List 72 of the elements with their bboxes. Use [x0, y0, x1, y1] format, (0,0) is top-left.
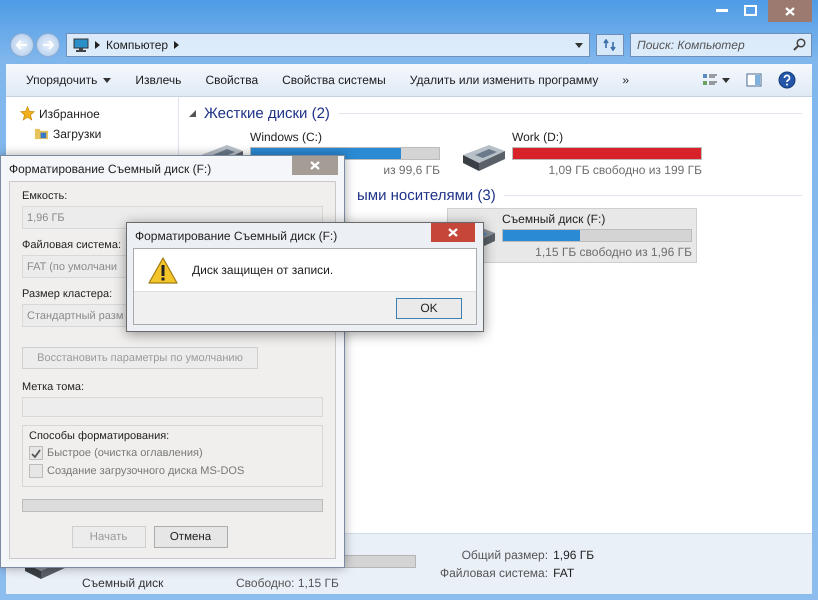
checkbox-label: Быстрое (очистка оглавления) — [47, 447, 203, 459]
refresh-button[interactable] — [596, 34, 624, 56]
dialog-button[interactable]: Отмена — [154, 526, 228, 548]
toolbar-button[interactable]: Извлечь — [125, 69, 192, 91]
volume-label-field[interactable] — [22, 397, 323, 417]
field-label: Размер кластера: — [22, 288, 112, 300]
maximize-icon — [744, 4, 756, 16]
caret-icon — [575, 42, 583, 48]
back-button[interactable] — [10, 33, 34, 57]
detail-value: 1,96 ГБ — [553, 548, 594, 562]
sidebar-item[interactable]: Избранное — [18, 105, 178, 122]
toolbar-button[interactable]: Упорядочить — [16, 69, 122, 91]
section-title: ыми носителями (3) — [357, 187, 496, 204]
refresh-icon — [603, 39, 617, 51]
close-button[interactable] — [431, 223, 475, 242]
drive-caption: 1,15 ГБ свободно из 1,96 ГБ — [535, 245, 692, 259]
computer-icon — [73, 38, 89, 52]
drive-icon — [462, 144, 506, 172]
checkbox[interactable] — [29, 464, 43, 478]
caret-icon — [722, 78, 730, 82]
close-icon — [448, 228, 458, 237]
free-space-text: Свободно: 1,15 ГБ — [236, 576, 340, 590]
folder-icon — [34, 126, 49, 141]
sidebar-label: Избранное — [39, 106, 100, 120]
drive-name: Windows (C:) — [250, 130, 324, 144]
ok-button[interactable]: OK — [396, 298, 462, 318]
drive-caption: из 99,6 ГБ — [383, 163, 440, 177]
detail-label: Общий размер: — [460, 548, 548, 562]
dialog-title: Форматирование Съемный диск (F:) — [135, 228, 338, 243]
toolbar-button[interactable]: Свойства — [195, 69, 268, 91]
toolbar-button[interactable]: Удалить или изменить программу — [400, 69, 608, 91]
forward-arrow-icon — [42, 40, 54, 50]
address-bar[interactable]: Компьютер — [66, 33, 590, 57]
pane-icon — [746, 73, 762, 87]
field-label: Емкость: — [22, 190, 68, 202]
toolbar-button[interactable]: » — [612, 69, 640, 91]
checkbox[interactable] — [29, 446, 43, 460]
caret-icon — [103, 78, 112, 82]
toolbar-button[interactable]: Свойства системы — [272, 69, 396, 91]
chevron-icon — [174, 41, 180, 49]
close-icon — [785, 6, 795, 16]
details-name: Съемный диск — [82, 576, 164, 590]
chevron-icon — [95, 41, 100, 49]
close-icon — [310, 161, 320, 170]
breadcrumb[interactable]: Компьютер — [106, 38, 168, 52]
detail-value: FAT — [553, 566, 576, 580]
field-label: Файловая система: — [22, 239, 122, 251]
search-icon — [793, 38, 806, 51]
close-button[interactable] — [292, 156, 338, 175]
close-button[interactable] — [768, 0, 812, 22]
drive-name: Съемный диск (F:) — [502, 212, 606, 226]
help-icon — [778, 71, 796, 89]
view-icon — [702, 73, 718, 87]
star-icon — [20, 106, 35, 121]
detail-label: Файловая система: — [440, 566, 548, 580]
sidebar-label: Загрузки — [53, 126, 102, 140]
collapse-icon[interactable] — [189, 110, 196, 117]
minimize-icon — [716, 8, 728, 12]
checkbox-label: Создание загрузочного диска MS-DOS — [47, 465, 244, 477]
drive-name: Work (D:) — [512, 130, 564, 144]
section-title: Жесткие диски (2) — [204, 105, 330, 122]
search-field[interactable]: Поиск: Компьютер — [630, 33, 812, 57]
drive-caption: 1,09 ГБ свободно из 199 ГБ — [548, 163, 702, 177]
forward-button[interactable] — [36, 33, 60, 57]
field-label: Метка тома: — [22, 381, 84, 393]
back-arrow-icon — [16, 40, 28, 50]
message-text: Диск защищен от записи. — [192, 263, 334, 277]
group-title: Способы форматирования: — [29, 430, 170, 442]
warning-icon — [148, 256, 178, 284]
drive-tile[interactable]: Work (D:) 1,09 ГБ свободно из 199 ГБ — [457, 126, 707, 181]
dialog-title: Форматирование Съемный диск (F:) — [9, 161, 212, 176]
sidebar-item[interactable]: Загрузки — [32, 125, 178, 142]
